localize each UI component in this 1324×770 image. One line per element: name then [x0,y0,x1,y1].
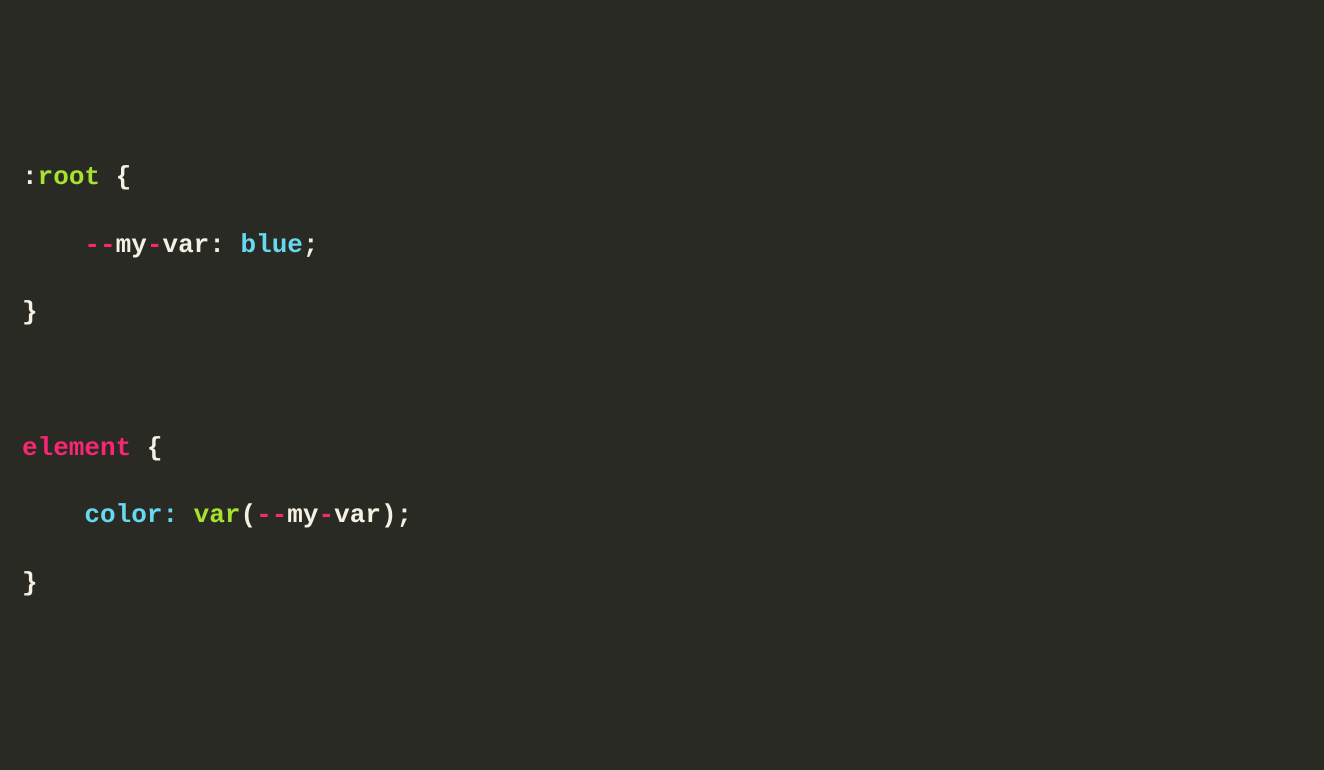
colon-sep: : [209,230,225,260]
dash-token: -- [256,500,287,530]
semicolon-token: ; [303,230,319,260]
indent [22,230,84,260]
code-line-2: --my-var: blue; [22,229,1302,263]
prop-name-token: my [116,230,147,260]
code-line-1: :root { [22,161,1302,195]
colon-sep: : [162,500,178,530]
property-token: color [84,500,162,530]
pseudo-root: root [38,162,100,192]
semicolon-token: ; [397,500,413,530]
value-token: blue [241,230,303,260]
dash-token: -- [84,230,115,260]
dash-token: - [147,230,163,260]
space-token [225,230,241,260]
code-blank-line [22,364,1302,398]
code-block: :root { --my-var: blue; } element { colo… [22,161,1302,600]
close-brace: } [22,568,38,598]
code-line-6: color: var(--my-var); [22,499,1302,533]
open-paren: ( [240,500,256,530]
code-line-7: } [22,567,1302,601]
prop-name-token: var [162,230,209,260]
open-brace: { [100,162,131,192]
indent [22,500,84,530]
fn-name-token: var [194,500,241,530]
close-brace: } [22,297,38,327]
close-paren: ) [381,500,397,530]
arg-token: my [287,500,318,530]
code-line-5: element { [22,432,1302,466]
dash-token: - [319,500,335,530]
element-selector: element [22,433,131,463]
arg-token: var [334,500,381,530]
code-line-3: } [22,296,1302,330]
space-token [178,500,194,530]
open-brace: { [131,433,162,463]
colon-punct: : [22,162,38,192]
